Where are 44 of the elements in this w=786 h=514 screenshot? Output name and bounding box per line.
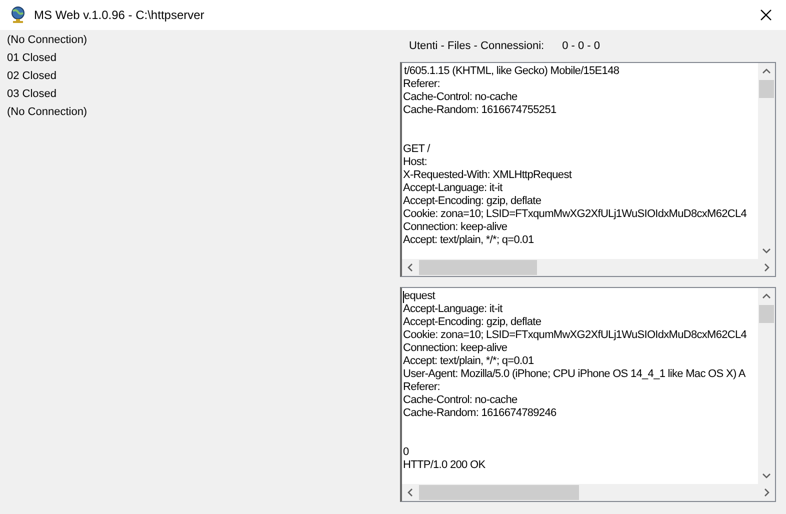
log-text-area[interactable] bbox=[400, 62, 776, 277]
scroll-thumb[interactable] bbox=[759, 305, 774, 323]
scroll-thumb[interactable] bbox=[419, 260, 537, 275]
log-line: Cache-Random: 1616674789246 bbox=[403, 407, 556, 420]
log-line: X-Requested-With: XMLHttpRequest bbox=[403, 169, 572, 182]
log-line: Cache-Control: no-cache bbox=[403, 91, 518, 104]
log-line: User-Agent: Mozilla/5.0 (iPhone; CPU iPhone OS 14_4_1 like Mac OS X) A bbox=[403, 368, 746, 381]
stats-value: 0 - 0 - 0 bbox=[562, 40, 600, 52]
log-line: t/605.1.15 (KHTML, like Gecko) Mobile/15E148 bbox=[404, 65, 620, 78]
log-line: Referer: bbox=[403, 78, 440, 91]
log-line: Cache-Random: 1616674755251 bbox=[403, 104, 556, 117]
vertical-scrollbar[interactable] bbox=[758, 63, 775, 259]
log-line: Connection: keep-alive bbox=[403, 221, 508, 234]
scroll-thumb[interactable] bbox=[759, 80, 774, 98]
log-line: Accept-Language: it-it bbox=[403, 182, 502, 195]
connection-item[interactable]: 02 Closed bbox=[7, 67, 400, 85]
log-line: GET / bbox=[403, 143, 430, 156]
horizontal-scrollbar[interactable] bbox=[402, 259, 775, 276]
log-line: Cache-Control: no-cache bbox=[403, 394, 518, 407]
globe-icon bbox=[10, 6, 26, 24]
log-line: Referer: bbox=[403, 381, 440, 394]
log-line: HTTP/1.0 200 OK bbox=[403, 459, 486, 472]
connection-item[interactable]: (No Connection) bbox=[7, 31, 400, 49]
log-line: Host: bbox=[403, 156, 427, 169]
connection-item[interactable]: (No Connection) bbox=[7, 103, 400, 121]
vertical-scrollbar[interactable] bbox=[758, 288, 775, 484]
log-line: equest bbox=[404, 290, 435, 303]
window-title: MS Web v.1.0.96 - C:\httpserver bbox=[34, 8, 206, 22]
log-line: Connection: keep-alive bbox=[403, 342, 508, 355]
log-line: Accept-Encoding: gzip, deflate bbox=[403, 316, 542, 329]
log-line: Accept: text/plain, */*; q=0.01 bbox=[403, 355, 534, 368]
log-text-area[interactable] bbox=[400, 287, 776, 502]
connection-item[interactable]: 03 Closed bbox=[7, 85, 400, 103]
log-line: 0 bbox=[403, 446, 409, 459]
close-icon[interactable] bbox=[760, 9, 772, 21]
scroll-thumb[interactable] bbox=[419, 485, 579, 500]
log-line: Accept-Language: it-it bbox=[403, 303, 502, 316]
log-line: Accept-Encoding: gzip, deflate bbox=[403, 195, 542, 208]
stats-label: Utenti - Files - Connessioni: bbox=[409, 40, 544, 52]
connection-item[interactable]: 01 Closed bbox=[7, 49, 400, 67]
log-line: Cookie: zona=10; LSID=FTxqumMwXG2XfULj1WuSIOIdxMuD8cxM62CL4 bbox=[403, 329, 747, 342]
horizontal-scrollbar[interactable] bbox=[402, 484, 775, 501]
log-line: Cookie: zona=10; LSID=FTxqumMwXG2XfULj1WuSIOIdxMuD8cxM62CL4 bbox=[403, 208, 747, 221]
log-line: Accept: text/plain, */*; q=0.01 bbox=[403, 234, 534, 247]
